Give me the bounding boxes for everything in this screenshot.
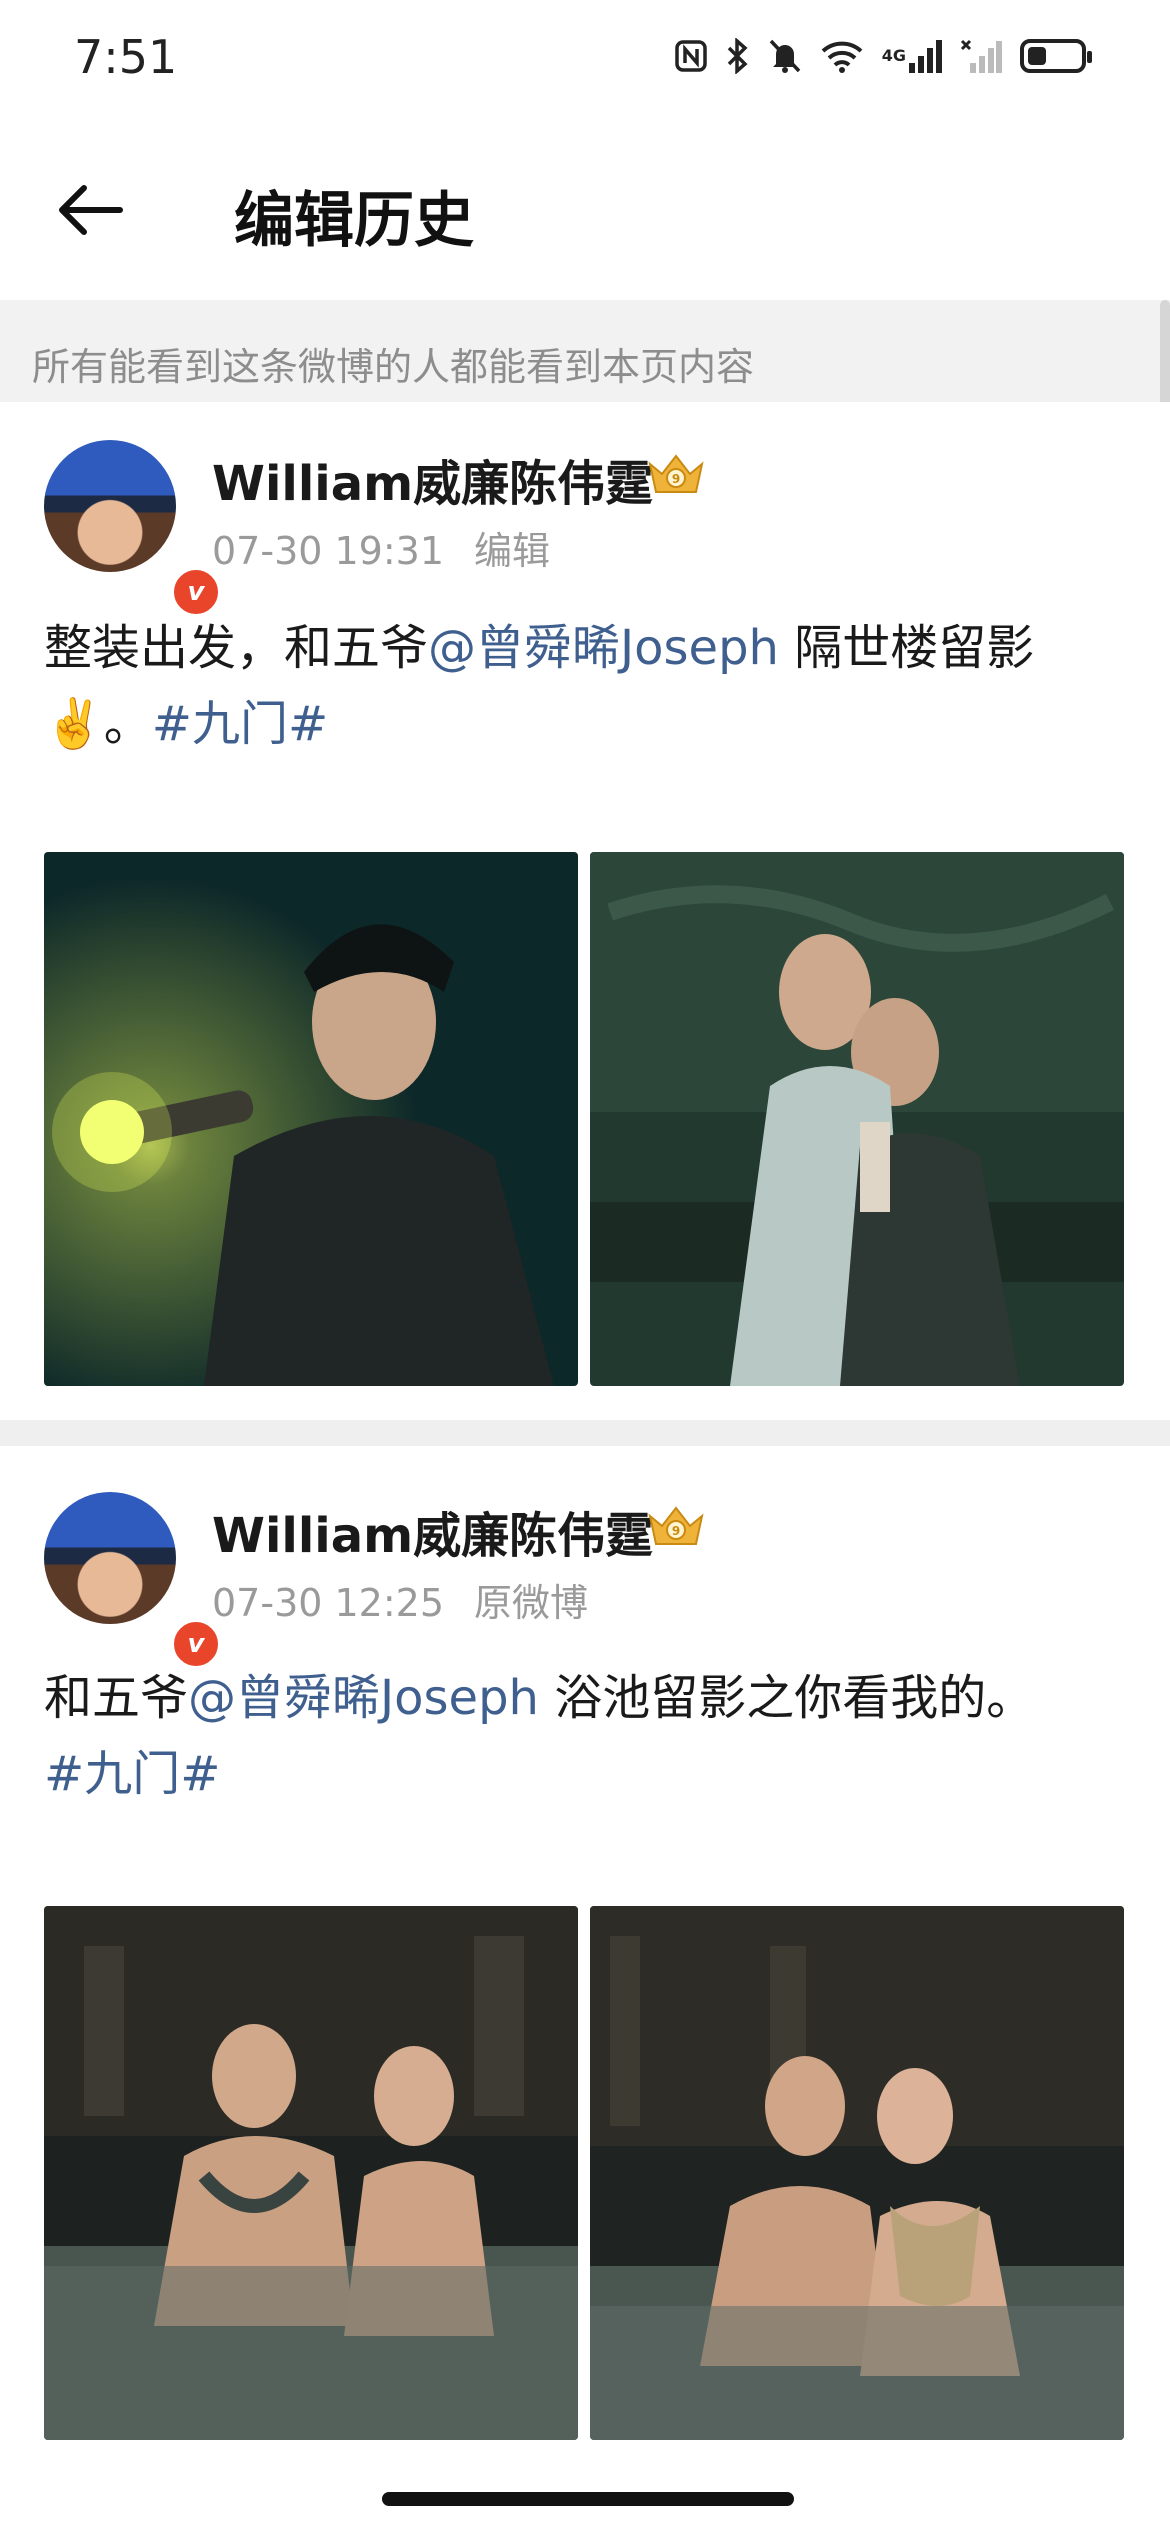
hashtag-link[interactable]: #九门# <box>44 1746 220 1802</box>
post-text: 隔世楼留影 <box>778 620 1035 676</box>
post-label: 原微博 <box>474 1581 589 1625</box>
post-separator <box>0 1420 1170 1446</box>
visibility-notice-text: 所有能看到这条微博的人都能看到本页内容 <box>32 345 755 389</box>
post-text: 整装出发，和五爷 <box>44 620 429 676</box>
flashlight-portrait-photo[interactable] <box>44 852 578 1386</box>
status-icons: 4G <box>674 36 1092 76</box>
post-meta: 07-30 12:25 原微博 <box>212 1572 588 1627</box>
hashtag-link[interactable]: #九门# <box>152 696 328 752</box>
bath-pool-photo-1[interactable] <box>44 1906 578 2440</box>
post-card-original: v William威廉陈伟霆 9 07-30 12:25 原微博 和五爷@曾舜晞J… <box>0 1446 1170 2492</box>
battery-icon <box>1020 36 1092 76</box>
post-card-edited: v William威廉陈伟霆 9 07-30 19:31 编辑 整装出发，和五爷@… <box>0 402 1170 1420</box>
svg-text:9: 9 <box>672 1524 680 1538</box>
username[interactable]: William威廉陈伟霆 <box>212 1496 653 1566</box>
mute-icon <box>768 36 802 76</box>
username[interactable]: William威廉陈伟霆 <box>212 444 653 514</box>
post-text: 浴池留影之你看我的。 <box>538 1670 1035 1726</box>
avatar[interactable]: v <box>44 440 222 618</box>
post-meta: 07-30 19:31 编辑 <box>212 520 550 575</box>
signal-no-service-icon <box>960 36 1002 76</box>
post-content: 和五爷@曾舜晞Joseph 浴池留影之你看我的。 #九门# <box>44 1660 1134 1812</box>
post-label: 编辑 <box>474 529 551 573</box>
avatar[interactable]: v <box>44 1492 222 1670</box>
mention-link[interactable]: @曾舜晞Joseph <box>428 620 779 676</box>
bluetooth-icon <box>726 36 750 76</box>
nfc-icon <box>674 36 708 76</box>
back-arrow-icon[interactable] <box>54 174 126 246</box>
post-time: 07-30 12:25 <box>212 1581 445 1625</box>
status-bar: 7:51 4G <box>0 0 1170 120</box>
network-label: 4G <box>881 46 906 65</box>
two-actors-chair-photo[interactable] <box>590 852 1124 1386</box>
visibility-notice: 所有能看到这条微博的人都能看到本页内容 <box>0 300 1170 402</box>
page-title: 编辑历史 <box>234 186 474 256</box>
signal-4g-icon: 4G <box>882 36 942 76</box>
victory-emoji: ✌️ <box>44 696 104 752</box>
post-text: 。 <box>103 696 152 752</box>
bath-pool-photo-2[interactable] <box>590 1906 1124 2440</box>
home-indicator[interactable] <box>382 2492 794 2506</box>
svg-text:9: 9 <box>672 472 680 486</box>
post-content: 整装出发，和五爷@曾舜晞Joseph 隔世楼留影 ✌️。#九门# <box>44 610 1134 762</box>
app-header: 编辑历史 <box>0 120 1170 302</box>
status-time: 7:51 <box>74 30 178 84</box>
vip-crown-icon: 9 <box>648 454 704 493</box>
post-text: 和五爷 <box>44 1670 189 1726</box>
vip-crown-icon: 9 <box>648 1506 704 1545</box>
mention-link[interactable]: @曾舜晞Joseph <box>188 1670 539 1726</box>
post-time: 07-30 19:31 <box>212 529 445 573</box>
wifi-icon <box>820 36 864 76</box>
